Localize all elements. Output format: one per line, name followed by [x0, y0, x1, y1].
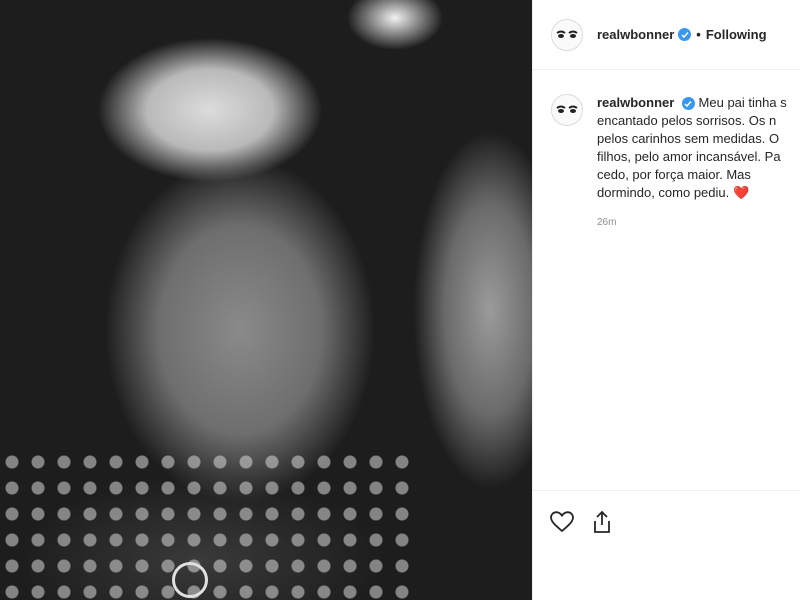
- eyes-avatar-icon: [556, 105, 578, 113]
- caption-text: cedo, por força maior. Mas: [597, 167, 751, 182]
- caption-avatar[interactable]: [551, 94, 583, 126]
- caption-line: realwbonner Meu pai tinha s: [597, 94, 797, 112]
- photo-necklace-ring: [172, 562, 208, 598]
- like-button[interactable]: [549, 509, 575, 535]
- caption-username[interactable]: realwbonner: [597, 95, 674, 110]
- heart-outline-icon: [550, 511, 574, 533]
- caption-text: encantado pelos sorrisos. Os n: [597, 113, 777, 128]
- avatar[interactable]: [551, 18, 583, 51]
- caption-line-last: dormindo, como pediu. ❤️: [597, 184, 797, 202]
- header-username[interactable]: realwbonner: [597, 27, 674, 42]
- caption-text: Meu pai tinha s: [698, 95, 787, 110]
- post-actions-bar: [533, 490, 800, 554]
- caption-comment: realwbonner Meu pai tinha s encantado pe…: [533, 70, 800, 232]
- eyes-avatar-icon: [556, 30, 578, 38]
- heart-emoji-icon: ❤️: [733, 185, 750, 200]
- caption-text: dormindo, como pediu.: [597, 185, 730, 200]
- post-timestamp[interactable]: 26m: [597, 214, 797, 232]
- post-photo[interactable]: [0, 0, 532, 600]
- verified-badge-icon: [678, 28, 692, 41]
- caption-text: filhos, pelo amor incansável. Pa: [597, 149, 781, 164]
- post-header: realwbonner • Following: [533, 0, 800, 70]
- caption-body: realwbonner Meu pai tinha s encantado pe…: [597, 94, 797, 232]
- post-side-panel: realwbonner • Following realwbonner Meu …: [532, 0, 800, 600]
- separator-dot: •: [696, 27, 701, 42]
- share-button[interactable]: [589, 509, 615, 535]
- share-icon: [594, 510, 610, 533]
- verified-badge-icon: [681, 97, 695, 111]
- follow-status-button[interactable]: Following: [706, 27, 767, 42]
- caption-text: pelos carinhos sem medidas. O: [597, 131, 780, 146]
- photo-dress-pattern: [0, 450, 420, 600]
